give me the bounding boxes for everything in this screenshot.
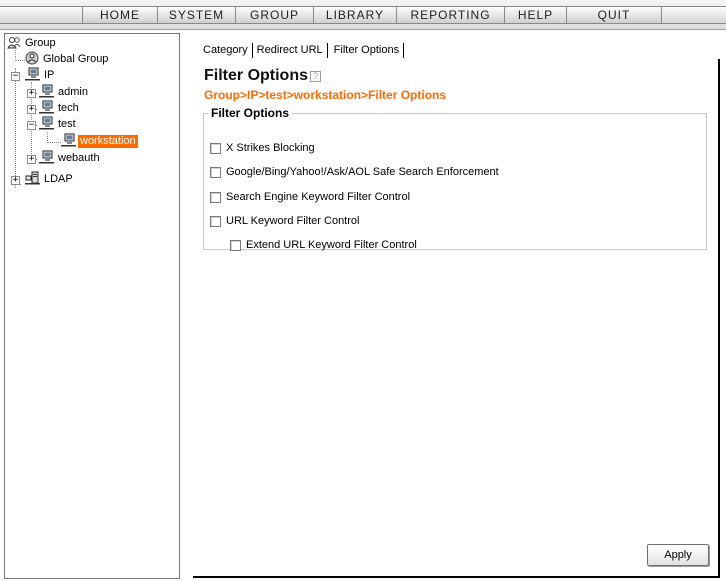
- nav-group[interactable]: GROUP: [236, 6, 314, 24]
- tree-label-ldap[interactable]: LDAP: [42, 173, 75, 186]
- network-computer-icon: [61, 133, 76, 150]
- network-computer-icon: [25, 67, 40, 84]
- apply-button[interactable]: Apply: [647, 544, 709, 566]
- tab-filter-options[interactable]: Filter Options: [328, 42, 405, 58]
- tree-node-ip[interactable]: IP: [25, 67, 56, 84]
- tree-label-workstation[interactable]: workstation: [78, 135, 138, 148]
- tree-node-group[interactable]: Group: [7, 36, 58, 51]
- content-frame-right: [718, 59, 720, 577]
- url-keyword-label: URL Keyword Filter Control: [226, 215, 360, 227]
- tab-category[interactable]: Category: [199, 43, 252, 58]
- tree-connector: [15, 68, 16, 188]
- network-computer-icon: [39, 100, 54, 117]
- tree-node-webauth[interactable]: webauth: [39, 150, 102, 167]
- tree-node-tech[interactable]: tech: [39, 100, 81, 117]
- ldap-server-icon: [25, 171, 40, 188]
- search-keyword-label: Search Engine Keyword Filter Control: [226, 191, 411, 203]
- expander-ip[interactable]: −: [11, 72, 20, 81]
- option-x-strikes[interactable]: X Strikes Blocking: [210, 142, 315, 154]
- nav-reporting[interactable]: REPORTING: [397, 6, 505, 24]
- help-icon[interactable]: ?: [310, 70, 321, 82]
- tree-label-test[interactable]: test: [56, 118, 78, 131]
- filter-options-group: Filter Options X Strikes Blocking Google…: [203, 106, 707, 251]
- option-extend-url-keyword[interactable]: Extend URL Keyword Filter Control: [230, 239, 417, 251]
- tree-node-ldap[interactable]: LDAP: [25, 171, 75, 188]
- group-users-icon: [7, 36, 21, 52]
- tree-node-test[interactable]: test: [39, 116, 78, 133]
- group-tree-panel: Group Global Group − IP + admin + tech −: [4, 33, 180, 579]
- expander-webauth[interactable]: +: [27, 155, 36, 164]
- nav-lead-segment: [0, 6, 82, 24]
- nav-system[interactable]: SYSTEM: [158, 6, 236, 24]
- extend-url-keyword-label: Extend URL Keyword Filter Control: [246, 239, 417, 251]
- tree-node-workstation[interactable]: workstation: [61, 133, 138, 150]
- extend-url-keyword-checkbox[interactable]: [230, 239, 241, 251]
- breadcrumb: Group>IP>test>workstation>Filter Options: [204, 88, 447, 102]
- search-keyword-checkbox[interactable]: [210, 191, 221, 203]
- content-frame-bottom: [193, 576, 720, 578]
- tree-node-global-group[interactable]: Global Group: [25, 51, 110, 68]
- network-computer-icon: [39, 150, 54, 167]
- nav-trail-segment: [662, 6, 726, 24]
- main-menu: HOME SYSTEM GROUP LIBRARY REPORTING HELP…: [82, 6, 662, 24]
- expander-ldap[interactable]: +: [11, 176, 20, 185]
- network-computer-icon: [39, 116, 54, 133]
- safe-search-checkbox[interactable]: [210, 166, 221, 178]
- tree-label-admin[interactable]: admin: [56, 86, 90, 99]
- tree-label-tech[interactable]: tech: [56, 102, 81, 115]
- network-computer-icon: [39, 84, 54, 101]
- top-navigation-bar: HOME SYSTEM GROUP LIBRARY REPORTING HELP…: [0, 0, 726, 30]
- tree-label-group[interactable]: Group: [23, 37, 58, 50]
- nav-library[interactable]: LIBRARY: [314, 6, 397, 24]
- tab-bar: Category Redirect URL Filter Options: [199, 41, 405, 59]
- tree-label-global-group[interactable]: Global Group: [41, 53, 110, 66]
- x-strikes-label: X Strikes Blocking: [226, 142, 315, 154]
- tree-label-ip[interactable]: IP: [42, 69, 56, 82]
- expander-test[interactable]: −: [27, 121, 36, 130]
- nav-home[interactable]: HOME: [82, 6, 158, 24]
- x-strikes-checkbox[interactable]: [210, 142, 221, 154]
- option-url-keyword[interactable]: URL Keyword Filter Control: [210, 215, 359, 227]
- expander-tech[interactable]: +: [27, 105, 36, 114]
- tree-connector: [47, 142, 61, 143]
- page-title-text: Filter Options: [204, 67, 308, 84]
- safe-search-label: Google/Bing/Yahoo!/Ask/AOL Safe Search E…: [226, 166, 499, 178]
- nav-quit[interactable]: QUIT: [567, 6, 662, 24]
- tab-redirect-url[interactable]: Redirect URL: [253, 43, 327, 58]
- global-group-icon: [25, 51, 39, 68]
- tree-label-webauth[interactable]: webauth: [56, 152, 102, 165]
- tree-node-admin[interactable]: admin: [39, 84, 90, 101]
- option-safe-search[interactable]: Google/Bing/Yahoo!/Ask/AOL Safe Search E…: [210, 166, 499, 178]
- tree-connector: [15, 60, 25, 61]
- filter-options-legend: Filter Options: [211, 106, 289, 120]
- url-keyword-checkbox[interactable]: [210, 215, 221, 227]
- nav-help[interactable]: HELP: [505, 6, 567, 24]
- content-panel: Category Redirect URL Filter Options Fil…: [187, 33, 726, 581]
- option-search-keyword[interactable]: Search Engine Keyword Filter Control: [210, 191, 410, 203]
- page-title: Filter Options ?: [204, 67, 321, 85]
- expander-admin[interactable]: +: [27, 89, 36, 98]
